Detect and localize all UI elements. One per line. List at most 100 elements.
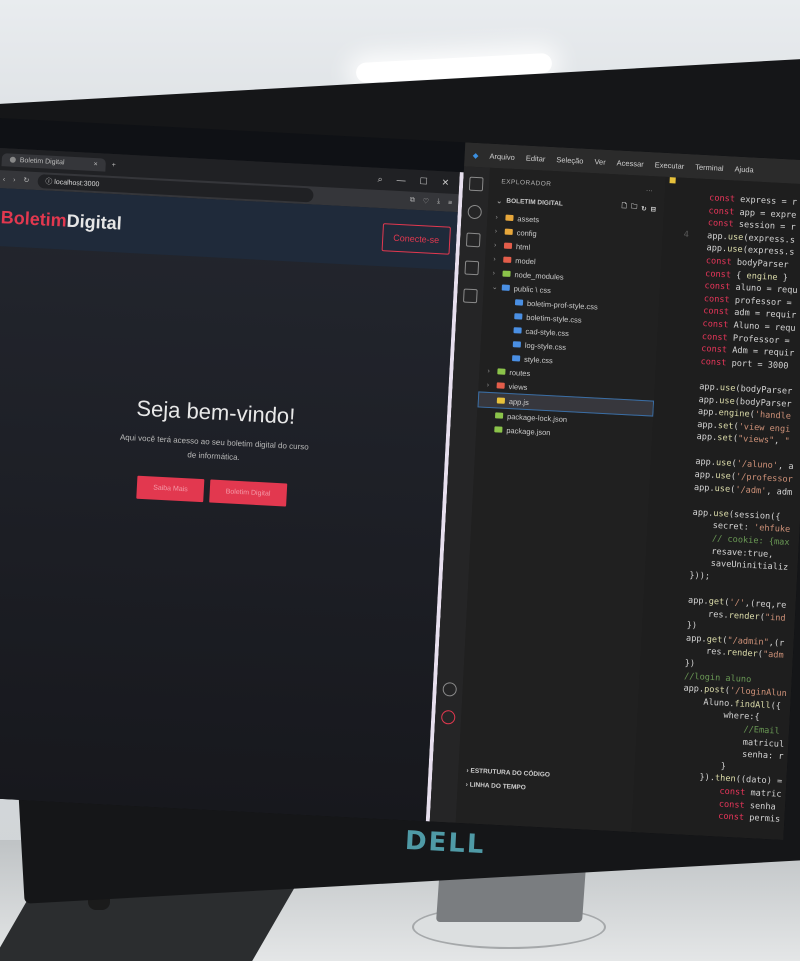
new-file-icon[interactable]: 🗋 (621, 202, 627, 213)
site-brand[interactable]: BoletimDigital (0, 207, 122, 234)
tree-item-label: routes (509, 367, 531, 378)
chevron-right-icon: › (492, 269, 496, 277)
code-text: })); (678, 569, 711, 582)
new-tab-icon[interactable]: + (112, 161, 116, 168)
tree-item-label: html (515, 241, 531, 252)
folder-icon (504, 228, 513, 235)
tree-item-label: config (516, 227, 537, 238)
explorer-icon[interactable] (468, 176, 484, 192)
tree-item-label: package.json (506, 425, 551, 437)
chevron-down-icon: ⌄ (496, 197, 503, 205)
report-card-button[interactable]: Boletim Digital (209, 479, 287, 507)
json-file-icon (494, 426, 503, 433)
code-text: }) (674, 658, 696, 670)
json-file-icon (494, 412, 504, 419)
vscode-logo-icon: ◆ (472, 150, 479, 160)
source-control-icon[interactable] (465, 232, 481, 248)
close-window-icon[interactable]: ✕ (441, 177, 449, 188)
tab-close-icon[interactable]: × (93, 160, 97, 167)
menu-item-executar[interactable]: Executar (655, 160, 685, 171)
tree-item-label: model (515, 255, 536, 266)
search-icon[interactable] (467, 204, 483, 220)
menu-item-editar[interactable]: Editar (526, 153, 546, 163)
code-text: }) (676, 620, 698, 632)
tree-item-label: package-lock.json (506, 411, 568, 424)
reload-icon[interactable]: ↻ (23, 176, 29, 184)
css-file-icon (514, 299, 524, 306)
project-name: BOLETIM DIGITAL (506, 197, 564, 208)
minimize-icon[interactable]: — (396, 174, 406, 185)
tree-item-label: boletim-style.css (526, 312, 582, 325)
browser-window: Boletim Digital × + ⌕ — ☐ ✕ ‹ › ↻ ⓘ loca… (0, 147, 464, 840)
site-info-icon[interactable]: ⓘ (45, 178, 54, 185)
css-file-icon (513, 327, 522, 334)
opera-icon[interactable] (0, 821, 10, 835)
new-folder-icon[interactable]: 🗀 (630, 202, 638, 213)
collapse-icon[interactable]: ⊟ (650, 205, 656, 213)
vscode-window: ◆ Arquivo Editar Seleção Ver Acessar Exe… (429, 142, 800, 840)
menu-item-ver[interactable]: Ver (594, 157, 606, 167)
forward-icon[interactable]: › (13, 176, 16, 183)
css-file-icon (514, 313, 523, 320)
chevron-right-icon: › (487, 367, 490, 375)
folder-icon (501, 284, 510, 291)
menu-item-terminal[interactable]: Terminal (695, 162, 724, 172)
connect-button[interactable]: Conecte-se (381, 223, 451, 255)
browser-tab[interactable]: Boletim Digital × (1, 152, 107, 172)
tree-item-label: style.css (523, 354, 554, 365)
folder-icon (503, 256, 512, 263)
monitor-screen: Boletim Digital × + ⌕ — ☐ ✕ ‹ › ↻ ⓘ loca… (0, 118, 800, 840)
hero-title: Seja bem-vindo! (135, 395, 296, 429)
tree-item-label: node_modules (514, 269, 564, 282)
hero-text: Aqui você terá acesso ao seu boletim dig… (119, 432, 309, 463)
tree-item-label: cad-style.css (525, 326, 570, 338)
folder-icon (496, 382, 505, 389)
menu-icon[interactable]: ≡ (448, 199, 452, 206)
js-file-icon (496, 397, 506, 404)
css-file-icon (512, 341, 522, 348)
folder-icon (497, 368, 506, 375)
back-icon[interactable]: ‹ (3, 176, 6, 183)
tree-item-label: app.js (508, 396, 530, 407)
tree-item-label: boletim-prof-style.css (526, 298, 599, 312)
hero-buttons: Saiba Mais Boletim Digital (0, 468, 443, 515)
timeline-section[interactable]: › LINHA DO TEMPO (466, 781, 526, 791)
extensions-icon[interactable]: ⧉ (410, 197, 415, 205)
menu-item-ajuda[interactable]: Ajuda (734, 164, 754, 174)
hero-section: Seja bem-vindo! Aqui você terá acesso ao… (0, 388, 447, 515)
menu-item-arquivo[interactable]: Arquivo (489, 151, 515, 161)
extensions-icon[interactable] (462, 288, 478, 304)
learn-more-button[interactable]: Saiba Mais (136, 475, 205, 503)
window-controls: ⌕ — ☐ ✕ (377, 173, 459, 188)
refresh-icon[interactable]: ↻ (641, 204, 647, 212)
account-icon[interactable] (442, 681, 458, 697)
url-text: localhost:3000 (54, 178, 100, 189)
chevron-right-icon: › (486, 381, 490, 389)
js-file-icon (669, 177, 676, 184)
brand-prefix: Boletim (0, 206, 68, 231)
chevron-right-icon: › (494, 227, 498, 235)
tree-item-label: views (508, 381, 528, 392)
download-icon[interactable]: ⤓ (437, 198, 440, 206)
tree-item-label: assets (517, 213, 540, 224)
folder-icon (503, 242, 513, 249)
monitor-logo: DELL (404, 825, 487, 861)
bookmark-icon[interactable]: ♡ (423, 197, 430, 205)
css-file-icon (511, 355, 521, 362)
settings-icon[interactable] (440, 709, 456, 725)
outline-section[interactable]: › ESTRUTURA DO CÓDIGO (466, 767, 550, 778)
chevron-right-icon: › (493, 255, 496, 263)
explorer-panel: EXPLORADOR ... ⌄ BOLETIM DIGITAL 🗋 🗀 ↻ ⊟… (455, 167, 666, 833)
file-tree: › assets › config › html › model › node_modules ⌄ p… (476, 210, 664, 445)
line-number (632, 807, 667, 821)
run-debug-icon[interactable] (464, 260, 480, 276)
menu-item-acessar[interactable]: Acessar (616, 158, 644, 168)
maximize-icon[interactable]: ☐ (419, 176, 428, 187)
menu-item-selecao[interactable]: Seleção (556, 155, 584, 165)
search-tabs-icon[interactable]: ⌕ (377, 173, 383, 184)
explorer-more-icon[interactable]: ... (646, 186, 653, 193)
chevron-right-icon: › (493, 241, 497, 249)
tree-item-label: log-style.css (524, 340, 567, 352)
folder-icon (502, 270, 511, 277)
chevron-down-icon: ⌄ (491, 283, 498, 292)
